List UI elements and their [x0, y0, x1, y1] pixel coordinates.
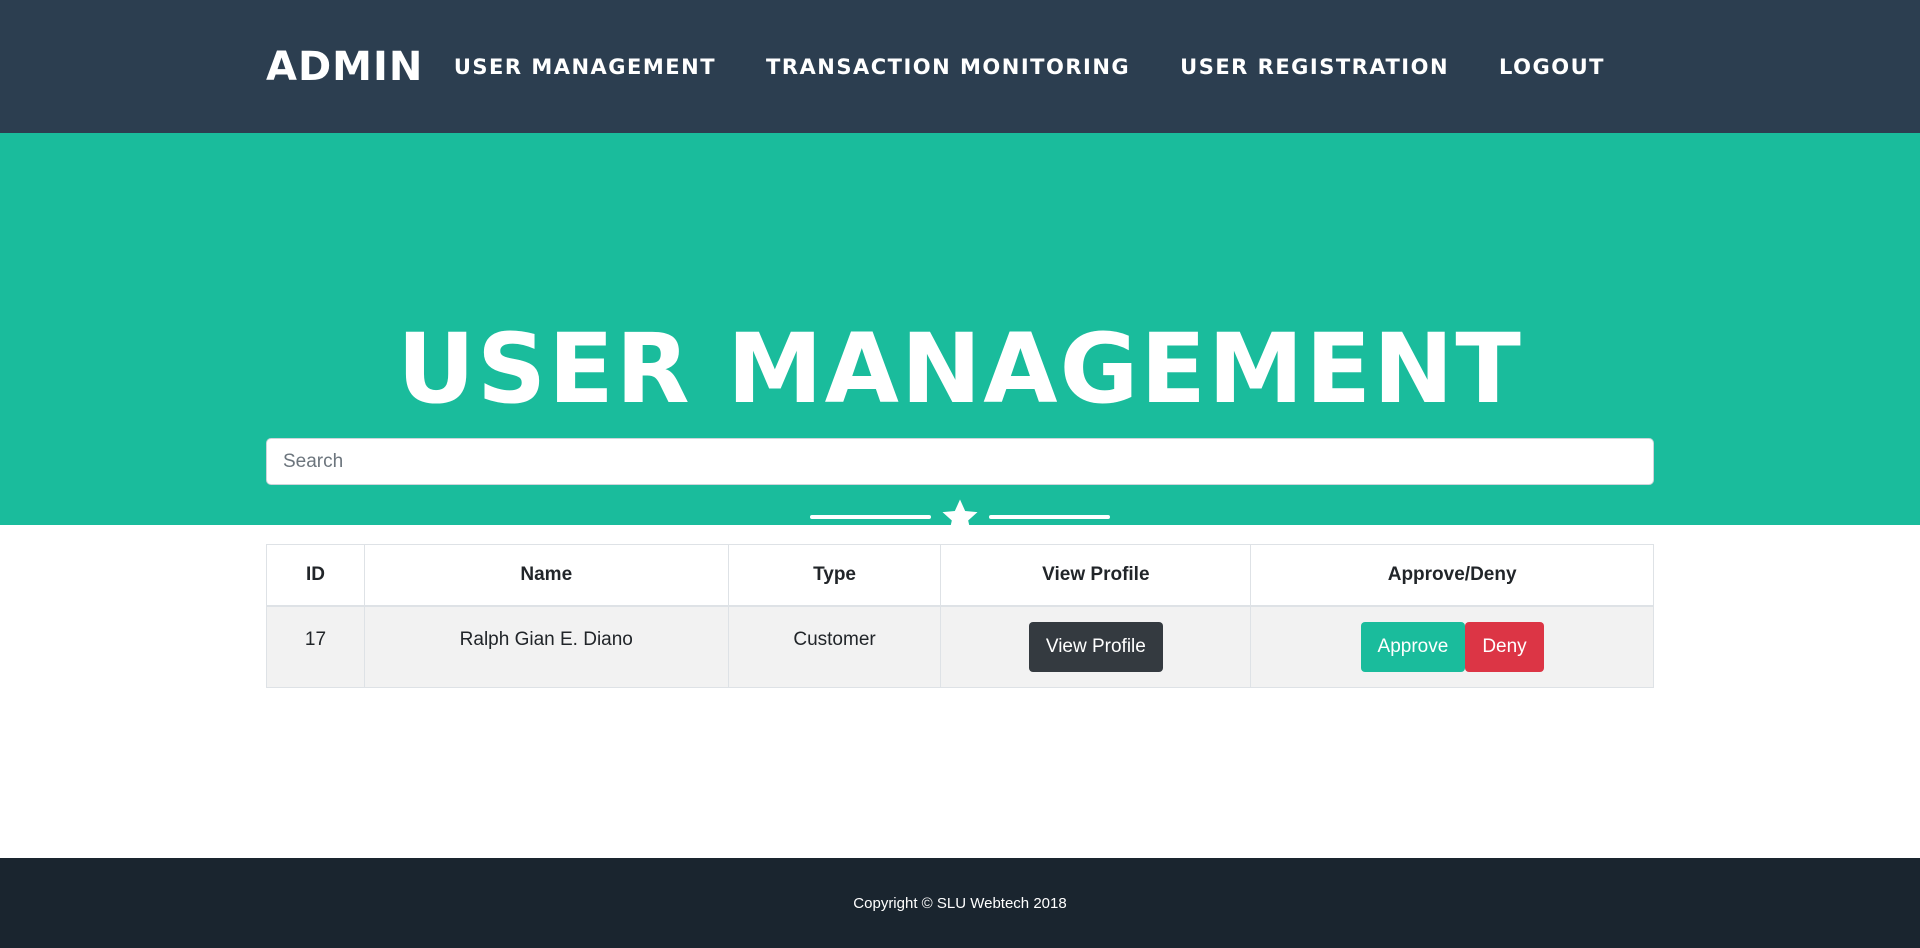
star-icon [939, 496, 981, 538]
user-table: ID Name Type View Profile Approve/Deny 1… [266, 544, 1654, 688]
brand-logo[interactable]: ADMIN [266, 44, 423, 90]
page-title: USER MANAGEMENT [397, 313, 1523, 425]
copyright-text: Copyright © SLU Webtech 2018 [853, 894, 1067, 912]
nav-link-logout[interactable]: LOGOUT [1474, 55, 1630, 79]
divider-line-left [810, 515, 932, 519]
nav-link-user-management[interactable]: USER MANAGEMENT [429, 55, 741, 79]
cell-view-profile: View Profile [940, 605, 1252, 688]
view-profile-button[interactable]: View Profile [1028, 621, 1163, 672]
divider-line-right [988, 515, 1110, 519]
cell-type: Customer [727, 605, 942, 688]
deny-button[interactable]: Deny [1465, 621, 1544, 672]
nav-links: USER MANAGEMENT TRANSACTION MONITORING U… [429, 55, 1630, 79]
table-row: 17 Ralph Gian E. Diano Customer View Pro… [266, 605, 1654, 688]
search-input[interactable] [266, 438, 1654, 485]
table-header-row: ID Name Type View Profile Approve/Deny [266, 544, 1654, 607]
cell-id: 17 [266, 605, 365, 688]
column-header-id: ID [266, 544, 365, 607]
approve-button[interactable]: Approve [1360, 621, 1466, 672]
user-table-container: ID Name Type View Profile Approve/Deny 1… [266, 544, 1654, 688]
column-header-view-profile: View Profile [940, 544, 1252, 607]
navbar-inner: ADMIN USER MANAGEMENT TRANSACTION MONITO… [266, 0, 1654, 133]
column-header-name: Name [363, 544, 729, 607]
nav-link-user-registration[interactable]: USER REGISTRATION [1155, 55, 1474, 79]
nav-link-transaction-monitoring[interactable]: TRANSACTION MONITORING [741, 55, 1155, 79]
cell-name: Ralph Gian E. Diano [363, 605, 729, 688]
navbar: ADMIN USER MANAGEMENT TRANSACTION MONITO… [0, 0, 1920, 133]
footer: Copyright © SLU Webtech 2018 [0, 858, 1920, 948]
cell-approve-deny: Approve Deny [1250, 605, 1654, 688]
column-header-type: Type [727, 544, 942, 607]
column-header-approve-deny: Approve/Deny [1250, 544, 1654, 607]
star-divider [810, 497, 1110, 537]
